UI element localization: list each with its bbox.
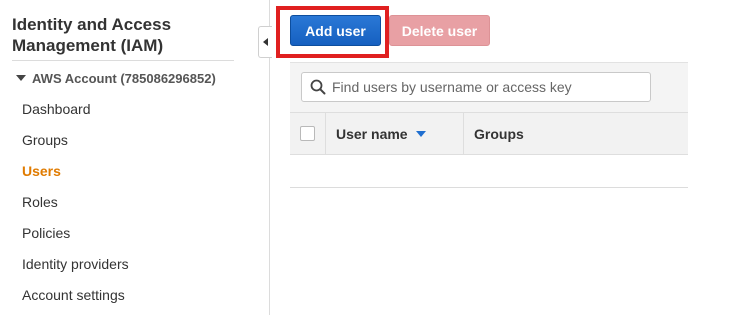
collapse-sidebar-button[interactable] (258, 26, 272, 58)
sidebar-item-groups[interactable]: Groups (22, 132, 68, 148)
add-user-button[interactable]: Add user (290, 15, 381, 46)
search-input[interactable] (332, 74, 650, 100)
sort-descending-icon (415, 130, 426, 137)
sidebar-item-account-settings[interactable]: Account settings (22, 287, 125, 303)
delete-user-button[interactable]: Delete user (389, 15, 490, 46)
account-label: AWS Account (785086296852) (32, 70, 216, 86)
table-divider (290, 187, 688, 188)
sidebar-title: Identity and Access Management (IAM) (12, 15, 172, 55)
column-label-groups: Groups (474, 125, 524, 142)
account-selector[interactable]: AWS Account (785086296852) (16, 68, 216, 88)
search-icon (310, 79, 326, 95)
sidebar: Identity and Access Management (IAM) AWS… (0, 0, 270, 315)
sidebar-item-roles[interactable]: Roles (22, 194, 58, 210)
select-all-cell (290, 113, 326, 154)
column-header-groups[interactable]: Groups (464, 113, 524, 154)
sidebar-item-users[interactable]: Users (22, 163, 61, 179)
caret-down-icon (16, 75, 26, 81)
sidebar-item-dashboard[interactable]: Dashboard (22, 101, 91, 117)
column-header-username[interactable]: User name (326, 113, 464, 154)
select-all-checkbox[interactable] (300, 126, 315, 141)
search-box[interactable] (301, 72, 651, 102)
sidebar-item-identity-providers[interactable]: Identity providers (22, 256, 129, 272)
chevron-left-icon (263, 38, 268, 46)
sidebar-item-policies[interactable]: Policies (22, 225, 70, 241)
sidebar-divider (12, 60, 234, 61)
users-table-header: User name Groups (290, 112, 688, 155)
column-label-username: User name (336, 125, 408, 142)
search-panel (290, 62, 688, 112)
